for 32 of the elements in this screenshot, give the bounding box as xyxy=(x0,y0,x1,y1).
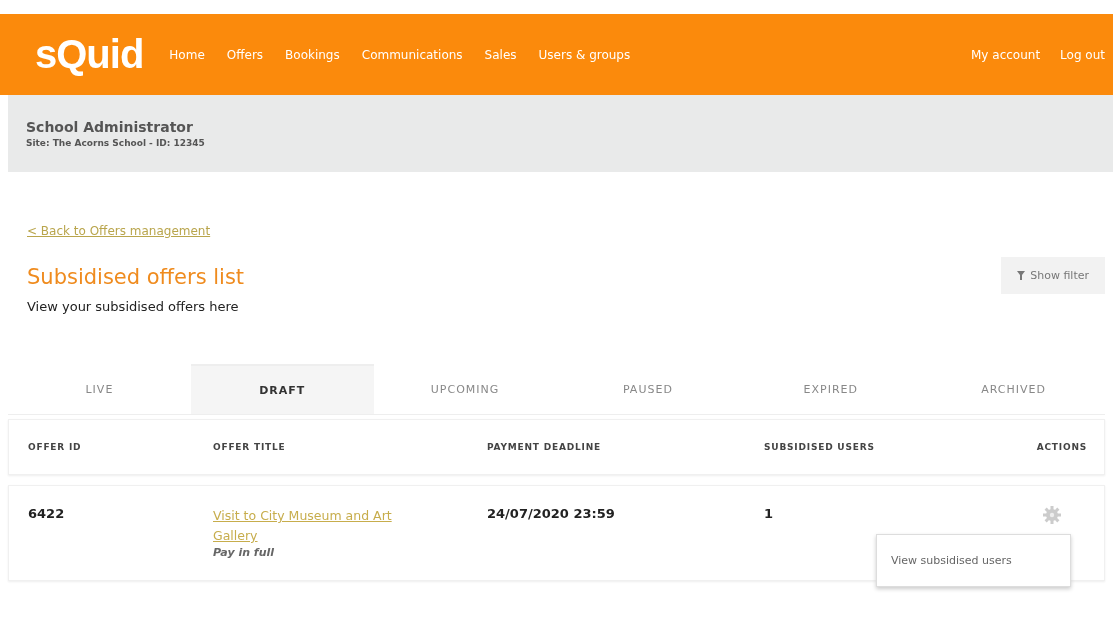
nav-link[interactable]: Sales xyxy=(484,47,517,62)
column-header: ACTIONS xyxy=(1035,442,1087,452)
site-info: Site: The Acorns School - ID: 12345 xyxy=(26,138,206,148)
nav-link[interactable]: My account xyxy=(971,47,1041,62)
page-subheading: View your subsidised offers here xyxy=(27,299,240,314)
nav-link[interactable]: Home xyxy=(169,47,205,62)
nav-link[interactable]: Communications xyxy=(361,47,463,62)
status-tab[interactable]: UPCOMING xyxy=(373,364,557,414)
logo[interactable]: sQuid xyxy=(35,32,144,77)
nav-link[interactable]: Log out xyxy=(1060,47,1105,62)
back-link[interactable]: < Back to Offers management xyxy=(27,224,211,238)
column-header: PAYMENT DEADLINE xyxy=(487,442,602,452)
status-tab[interactable]: DRAFT xyxy=(190,364,374,414)
offer-title-link[interactable]: Visit to City Museum and Art Gallery xyxy=(213,506,433,546)
show-filter-button[interactable]: Show filter xyxy=(1001,257,1105,294)
table-cell-text: 24/07/2020 23:59 xyxy=(487,506,616,521)
page-heading: Subsidised offers list xyxy=(27,265,245,289)
column-header: SUBSIDISED USERS xyxy=(764,442,876,452)
status-tab[interactable]: LIVE xyxy=(8,364,191,414)
user-role: School Administrator xyxy=(26,119,194,135)
status-tab[interactable]: ARCHIVED xyxy=(922,364,1105,414)
status-tab[interactable]: PAUSED xyxy=(556,364,740,414)
column-header: OFFER TITLE xyxy=(213,442,287,452)
nav-link[interactable]: Bookings xyxy=(285,47,340,62)
status-tab[interactable]: EXPIRED xyxy=(739,364,923,414)
table-cell-text: 1 xyxy=(764,506,775,521)
payment-type: Pay in full xyxy=(213,546,276,559)
nav-link[interactable]: Offers xyxy=(226,47,264,62)
menu-item[interactable]: View subsidised users xyxy=(891,554,1012,567)
column-header: OFFER ID xyxy=(28,442,83,452)
table-cell-text: 6422 xyxy=(28,506,66,521)
nav-link[interactable]: Users & groups xyxy=(538,47,631,62)
